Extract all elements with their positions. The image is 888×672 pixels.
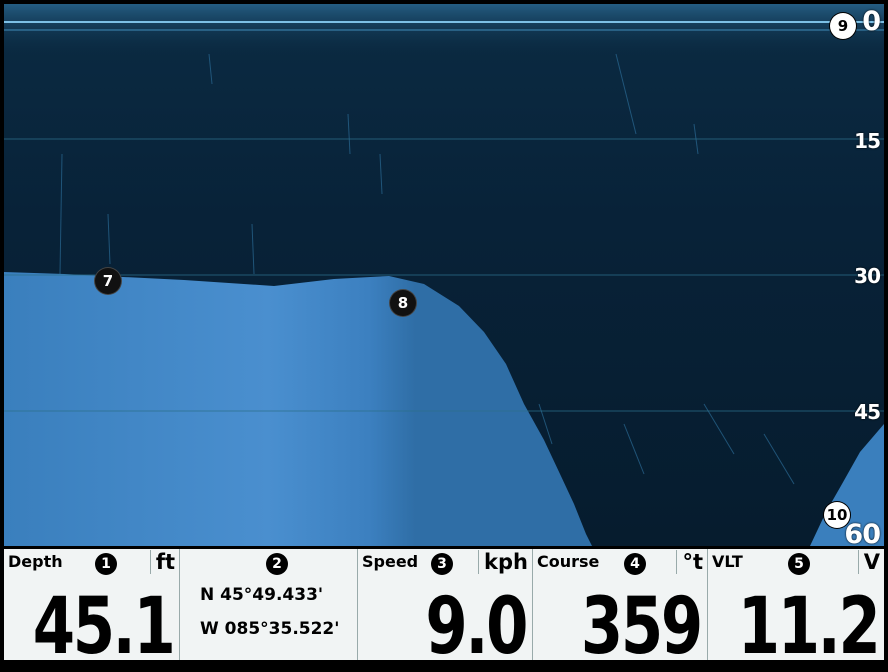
depth-unit: ft: [149, 550, 175, 574]
speed-readout: Speed 3 kph 9.0: [358, 549, 533, 666]
latitude-value: N 45°49.433': [200, 585, 324, 605]
callout-badge-4: 4: [624, 553, 646, 575]
position-readout: 2 N 45°49.433' W 085°35.522': [180, 549, 358, 660]
course-readout: Course 4 °t 359: [533, 549, 708, 666]
side-imaging-view: 0 15 30 45 60 7 8 9 10: [4, 4, 884, 546]
callout-badge-1: 1: [95, 553, 117, 575]
callout-marker-9: 9: [830, 13, 856, 39]
callout-badge-3: 3: [431, 553, 453, 575]
depth-scale-label: 15: [854, 129, 881, 153]
callout-marker-10: 10: [824, 502, 850, 528]
callout-marker-8: 8: [390, 290, 416, 316]
voltage-value: 11.2: [737, 582, 880, 672]
digital-readout-panel: Depth 1 ft 45.1 2 N 45°49.433' W 085°35.…: [4, 549, 884, 666]
speed-unit: kph: [478, 550, 528, 574]
depth-scale-label: 60: [844, 519, 881, 546]
course-label: Course: [537, 552, 600, 571]
course-value: 359: [581, 582, 703, 672]
depth-scale-label: 45: [854, 400, 881, 424]
sonar-image: [4, 4, 884, 546]
voltage-label: VLT: [712, 552, 743, 571]
speed-value: 9.0: [425, 582, 528, 672]
sonar-display: 0 15 30 45 60 7 8 9 10 Depth 1 ft 45.1 2…: [0, 0, 888, 666]
callout-badge-5: 5: [788, 553, 810, 575]
longitude-value: W 085°35.522': [200, 619, 340, 639]
depth-readout: Depth 1 ft 45.1: [4, 549, 180, 666]
voltage-unit: V: [857, 550, 880, 574]
speed-label: Speed: [362, 552, 419, 571]
course-unit: °t: [676, 550, 703, 574]
callout-badge-2: 2: [266, 553, 288, 575]
depth-scale-label: 0: [862, 6, 881, 37]
callout-marker-7: 7: [95, 268, 121, 294]
depth-value: 45.1: [32, 582, 175, 672]
voltage-readout: VLT 5 V 11.2: [708, 549, 884, 666]
depth-label: Depth: [8, 552, 63, 571]
depth-scale-label: 30: [854, 264, 881, 288]
